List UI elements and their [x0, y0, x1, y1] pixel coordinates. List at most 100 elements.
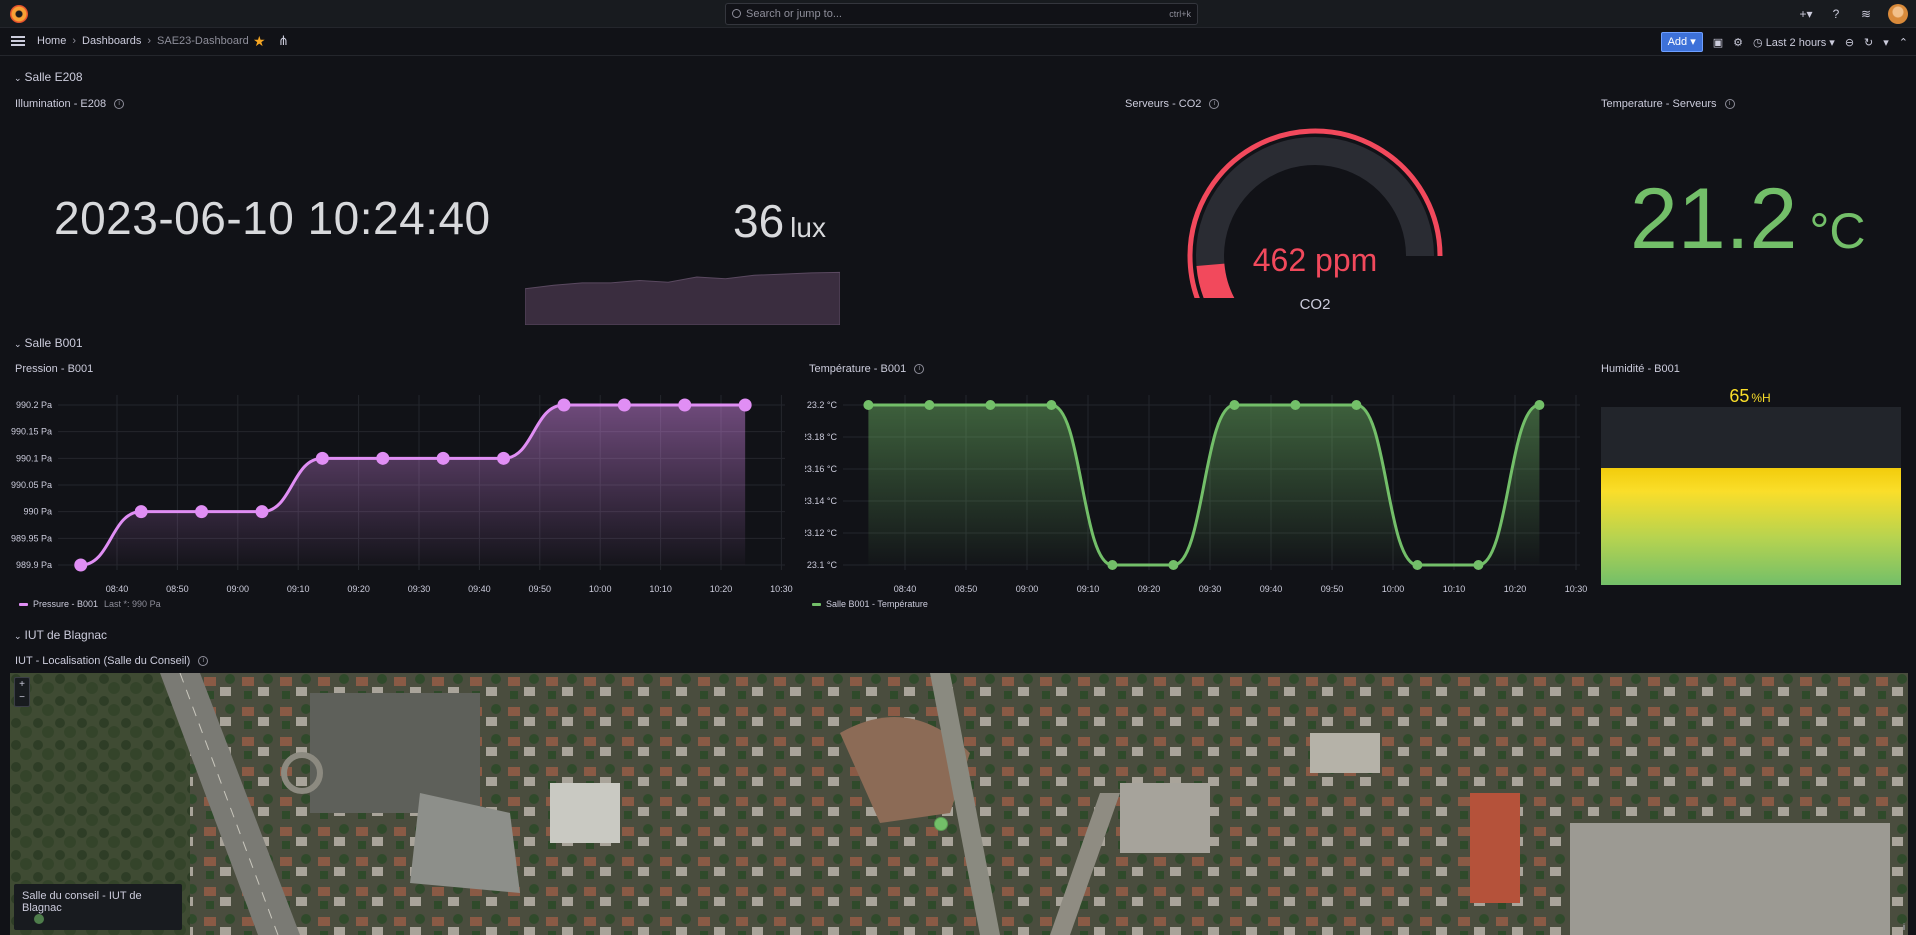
humidite-value: 65 %H [1729, 386, 1771, 406]
add-label: Add [1667, 36, 1688, 48]
zoom-out-button[interactable]: − [15, 691, 29, 704]
top-right-actions: +▾ ? ≋ [1798, 4, 1908, 24]
data-point [1473, 560, 1484, 570]
x-tick-label: 09:10 [1077, 584, 1100, 594]
data-point [1290, 400, 1301, 410]
data-point [376, 451, 390, 465]
location-marker[interactable] [934, 817, 948, 831]
info-icon[interactable]: i [198, 656, 209, 667]
chevron-down-icon[interactable]: ▾ [1883, 36, 1889, 49]
data-point [738, 398, 752, 412]
breadcrumb: Home › Dashboards › SAE23-Dashboard [37, 35, 249, 47]
x-tick-label: 10:10 [1443, 584, 1466, 594]
data-point [195, 505, 209, 519]
y-tick-label: 23.18 °C [805, 432, 837, 442]
x-tick-label: 09:20 [1138, 584, 1161, 594]
top-bar: Search or jump to... ctrl+k +▾ ? ≋ [0, 0, 1916, 28]
info-icon[interactable]: i [114, 99, 125, 110]
grafana-logo-icon[interactable] [10, 5, 28, 23]
data-point [1412, 560, 1423, 570]
map-tooltip-dot [34, 914, 44, 924]
breadcrumb-home[interactable]: Home [37, 35, 66, 47]
breadcrumb-separator: › [147, 35, 152, 47]
breadcrumb-dashboards[interactable]: Dashboards [82, 35, 141, 47]
panel-title-humidite: Humidité - B001 [1601, 363, 1680, 375]
add-button[interactable]: Add ▾ [1660, 32, 1703, 52]
temperature-serveurs-unit: °C [1809, 203, 1866, 259]
panel-title-map: IUT - Localisation (Salle du Conseil) i [15, 655, 209, 667]
map-attribution-icon[interactable]: i [1903, 922, 1905, 932]
data-point [924, 400, 935, 410]
row-salle-e208[interactable]: ⌄ Salle E208 [14, 70, 83, 84]
y-tick-label: 990.1 Pa [16, 453, 52, 463]
collapse-icon[interactable]: ⌃ [1899, 36, 1908, 49]
panel-title-pression: Pression - B001 [15, 363, 94, 375]
data-point [1229, 400, 1240, 410]
row-iut-blagnac[interactable]: ⌄ IUT de Blagnac [14, 628, 107, 642]
x-tick-label: 10:20 [710, 584, 733, 594]
time-range-picker[interactable]: ◷ Last 2 hours ▾ [1753, 36, 1835, 49]
data-point [678, 398, 692, 412]
y-tick-label: 990.05 Pa [11, 480, 52, 490]
legend-swatch [812, 602, 821, 606]
pression-chart: 989.9 Pa 989.95 Pa 990 Pa 990.05 Pa 990.1 Pa… [11, 395, 793, 594]
refresh-icon[interactable]: ↻ [1864, 36, 1873, 49]
map-tooltip: Salle du conseil - IUT de Blagnac [14, 884, 182, 930]
breadcrumb-current: SAE23-Dashboard [157, 35, 249, 47]
info-icon[interactable]: i [1209, 99, 1220, 110]
x-tick-label: 09:20 [347, 584, 370, 594]
co2-value: 462 ppm [1252, 242, 1378, 278]
temperature-serveurs-value: 21.2 °C [1630, 171, 1866, 267]
menu-icon[interactable] [11, 36, 25, 46]
x-tick-label: 08:40 [894, 584, 917, 594]
temperature-b001-legend[interactable]: Salle B001 - Température [812, 599, 928, 609]
avatar[interactable] [1888, 4, 1908, 24]
legend-last-value: Last *: 990 Pa [104, 599, 161, 609]
share-icon[interactable]: ⋔ [278, 33, 289, 49]
x-tick-label: 08:50 [166, 584, 189, 594]
data-point [617, 398, 631, 412]
breadcrumb-separator: › [72, 35, 77, 47]
x-tick-label: 09:30 [1199, 584, 1222, 594]
search-input[interactable]: Search or jump to... ctrl+k [725, 3, 1198, 25]
zoom-out-icon[interactable]: ⊖ [1845, 36, 1854, 49]
x-tick-label: 10:10 [649, 584, 672, 594]
y-tick-label: 990.2 Pa [16, 400, 52, 410]
data-point [497, 451, 511, 465]
time-range-label: Last 2 hours [1765, 36, 1827, 49]
zoom-in-button[interactable]: + [15, 678, 29, 691]
x-tick-label: 10:30 [770, 584, 793, 594]
settings-icon[interactable]: ⚙ [1733, 36, 1743, 49]
row-salle-b001[interactable]: ⌄ Salle B001 [14, 336, 83, 350]
legend-swatch [19, 602, 28, 606]
info-icon[interactable]: i [1724, 99, 1735, 110]
sparkline-area [525, 271, 840, 325]
star-icon[interactable]: ★ [253, 33, 266, 50]
save-icon[interactable]: ▣ [1713, 36, 1723, 49]
info-icon[interactable]: i [914, 364, 925, 375]
news-icon[interactable]: ≋ [1858, 6, 1874, 22]
chevron-down-icon: ⌄ [14, 631, 22, 641]
data-point [557, 398, 571, 412]
map-view[interactable]: + − Salle du conseil - IUT de Blagnac i [10, 673, 1908, 935]
x-tick-label: 08:50 [955, 584, 978, 594]
x-tick-label: 09:50 [1321, 584, 1344, 594]
panel-title-co2: Serveurs - CO2 i [1125, 98, 1220, 110]
data-point [985, 400, 996, 410]
x-tick-label: 09:00 [1016, 584, 1039, 594]
chevron-down-icon: ⌄ [14, 73, 22, 83]
humidite-bar-background [1601, 407, 1901, 468]
data-point [1107, 560, 1118, 570]
x-tick-label: 10:00 [589, 584, 612, 594]
search-placeholder: Search or jump to... [746, 8, 842, 20]
plus-icon[interactable]: +▾ [1798, 6, 1814, 22]
help-icon[interactable]: ? [1828, 6, 1844, 22]
y-tick-label: 990 Pa [23, 507, 52, 517]
data-point [315, 451, 329, 465]
x-tick-label: 10:30 [1565, 584, 1588, 594]
pression-legend[interactable]: Pressure - B001 Last *: 990 Pa [19, 599, 161, 609]
x-tick-label: 09:30 [408, 584, 431, 594]
y-tick-label: 23.1 °C [807, 560, 838, 570]
illumination-value: 36 lux [733, 195, 826, 247]
dashboard-navbar: Home › Dashboards › SAE23-Dashboard ★ ⋔ … [0, 29, 1916, 56]
